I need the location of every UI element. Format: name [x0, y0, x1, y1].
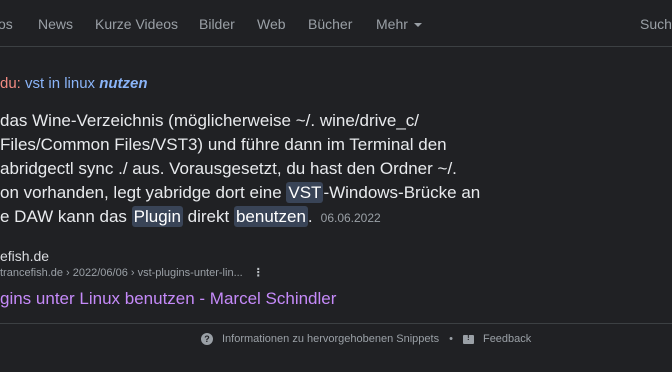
source-site-name[interactable]: efish.de — [0, 248, 49, 264]
snippet-text: . — [307, 207, 313, 226]
snippet-query-heading: du: vst in linux nutzen — [0, 75, 148, 92]
snippet-footer: ? Informationen zu hervorgehobenen Snipp… — [201, 333, 531, 345]
snippet-line: e DAW kann das Plugin direkt benutzen. 06… — [0, 205, 381, 230]
tab-news[interactable]: News — [38, 16, 73, 32]
snippet-line: das Wine-Verzeichnis (möglicherweise ~/.… — [0, 111, 420, 130]
tab-web[interactable]: Web — [257, 16, 286, 32]
snippet-text: direkt — [182, 207, 234, 226]
query-emphasis: nutzen — [99, 75, 148, 92]
feedback-icon[interactable] — [462, 333, 474, 344]
tab-images[interactable]: Bilder — [199, 16, 235, 32]
result-title-link[interactable]: gins unter Linux benutzen - Marcel Schin… — [0, 289, 336, 309]
feedback-link[interactable]: Feedback — [483, 333, 531, 345]
snippet-text: e DAW kann das — [0, 207, 132, 226]
query-text: vst in linux — [25, 75, 96, 92]
search-nav-bar: os News Kurze Videos Bilder Web Bücher M… — [0, 0, 672, 47]
tab-more-label: Mehr — [376, 16, 408, 32]
snippet-highlight: VST — [286, 182, 324, 203]
source-url[interactable]: trancefish.de › 2022/06/06 › vst-plugins… — [0, 266, 264, 279]
query-prefix: du: — [0, 75, 21, 92]
tab-short-videos[interactable]: Kurze Videos — [95, 16, 178, 32]
snippet-highlight: Plugin — [131, 206, 183, 227]
tab-more[interactable]: Mehr — [376, 16, 422, 32]
chevron-down-icon — [413, 23, 422, 28]
help-icon[interactable]: ? — [201, 333, 213, 345]
snippet-line: Files/Common Files/VST3) und führe dann … — [0, 135, 447, 154]
tab-books[interactable]: Bücher — [308, 16, 352, 32]
divider — [0, 323, 672, 324]
snippet-info-link[interactable]: Informationen zu hervorgehobenen Snippet… — [222, 333, 439, 345]
separator-dot: • — [449, 333, 453, 345]
snippet-line: on vorhanden, legt yabridge dort eine VS… — [0, 181, 480, 205]
source-url-text: trancefish.de › 2022/06/06 › vst-plugins… — [0, 267, 243, 279]
snippet-text: on vorhanden, legt yabridge dort eine — [0, 183, 287, 202]
snippet-line: abridgectl sync ./ aus. Vorausgesetzt, d… — [0, 159, 457, 178]
snippet-text: -Windows-Brücke an — [323, 183, 481, 202]
more-options-icon[interactable]: ⋮ — [253, 267, 264, 279]
tab-search-tools[interactable]: Sucht — [640, 16, 672, 32]
snippet-date: 06.06.2022 — [320, 211, 381, 225]
snippet-highlight: benutzen — [233, 206, 308, 227]
tab-all[interactable]: os — [0, 16, 13, 32]
